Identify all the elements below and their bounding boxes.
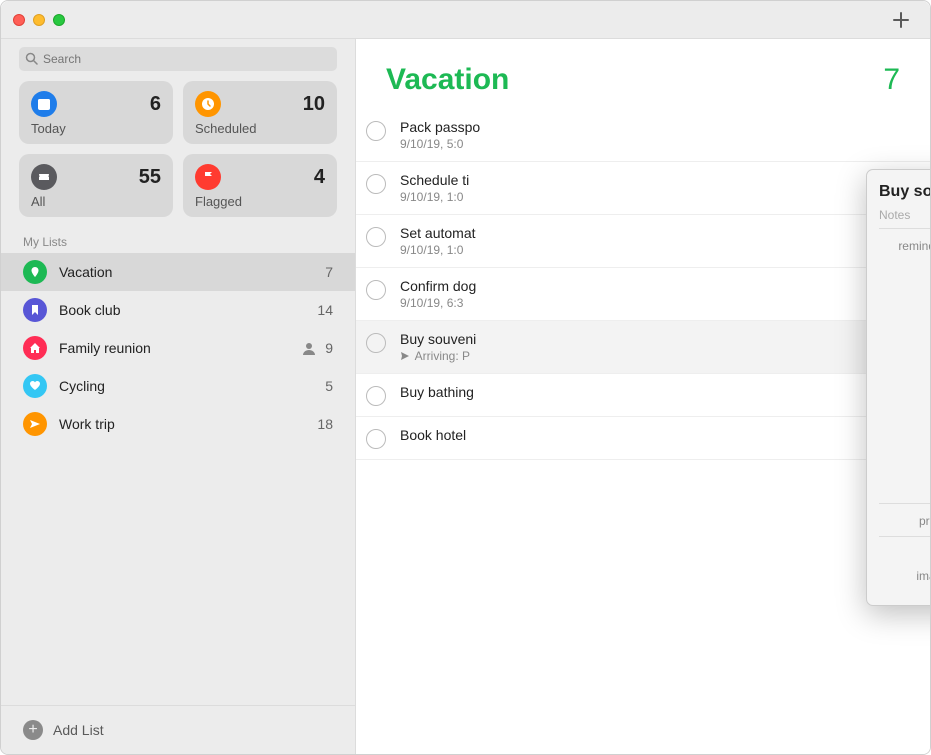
- today-count: 6: [150, 93, 161, 116]
- list-name-label: Work trip: [59, 416, 317, 432]
- sidebar-list-item[interactable]: Vacation7: [1, 253, 355, 291]
- list-name-label: Vacation: [59, 264, 325, 280]
- all-count: 55: [139, 166, 161, 189]
- list-icon: [23, 298, 47, 322]
- flagged-count: 4: [314, 166, 325, 189]
- calendar-icon: [31, 91, 57, 117]
- smart-list-flagged[interactable]: 4 Flagged: [183, 154, 337, 217]
- images-label: images: [879, 567, 930, 583]
- reminder-title: Book hotel: [400, 427, 900, 443]
- flagged-label: Flagged: [195, 194, 325, 209]
- scheduled-label: Scheduled: [195, 121, 325, 136]
- search-icon: [25, 52, 38, 65]
- popover-title[interactable]: Buy souvenirs: [879, 183, 930, 201]
- reminder-row[interactable]: Confirm dog 9/10/19, 6:3: [356, 268, 930, 321]
- complete-checkbox[interactable]: [366, 386, 386, 406]
- list-icon: [23, 374, 47, 398]
- list-icon: [23, 412, 47, 436]
- complete-checkbox[interactable]: [366, 121, 386, 141]
- all-label: All: [31, 194, 161, 209]
- list-count-label: 9: [325, 340, 333, 356]
- add-list-label: Add List: [53, 722, 104, 738]
- plus-circle-icon: +: [23, 720, 43, 740]
- list-icon: [23, 336, 47, 360]
- today-label: Today: [31, 121, 161, 136]
- reminder-subtitle: 9/10/19, 1:0: [400, 190, 900, 204]
- clock-icon: [195, 91, 221, 117]
- complete-checkbox[interactable]: [366, 429, 386, 449]
- add-list-button[interactable]: + Add List: [1, 705, 355, 754]
- scheduled-count: 10: [303, 93, 325, 116]
- reminder-title: Set automat: [400, 225, 900, 241]
- reminder-row[interactable]: Book hotel: [356, 417, 930, 460]
- complete-checkbox[interactable]: [366, 227, 386, 247]
- complete-checkbox[interactable]: [366, 280, 386, 300]
- reminder-subtitle: 9/10/19, 1:0: [400, 243, 900, 257]
- app-window: 6 Today 10 Scheduled: [0, 0, 931, 755]
- list-count: 7: [883, 63, 900, 97]
- sidebar-list-item[interactable]: Work trip18: [1, 405, 355, 443]
- sidebar-list-item[interactable]: Book club14: [1, 291, 355, 329]
- titlebar: [1, 1, 930, 39]
- sidebar: 6 Today 10 Scheduled: [1, 39, 356, 754]
- list-count-label: 5: [325, 378, 333, 394]
- reminder-row[interactable]: Pack passpo 9/10/19, 5:0: [356, 109, 930, 162]
- reminder-title: Buy bathing: [400, 384, 900, 400]
- reminder-detail-popover: Buy souvenirs Notes remind me On a Day: [866, 169, 930, 606]
- reminder-title: Confirm dog: [400, 278, 900, 294]
- close-window-button[interactable]: [13, 14, 25, 26]
- search-input[interactable]: [19, 47, 337, 71]
- reminder-row[interactable]: Schedule ti 9/10/19, 1:0: [356, 162, 930, 215]
- reminder-subtitle: 9/10/19, 6:3: [400, 296, 900, 310]
- list-name-label: Book club: [59, 302, 317, 318]
- reminder-row[interactable]: Buy bathing: [356, 374, 930, 417]
- reminder-row[interactable]: Set automat 9/10/19, 1:0: [356, 215, 930, 268]
- priority-label: priority: [879, 512, 930, 528]
- new-reminder-button[interactable]: [884, 8, 918, 32]
- complete-checkbox[interactable]: [366, 174, 386, 194]
- sidebar-list-item[interactable]: Cycling5: [1, 367, 355, 405]
- list-icon: [23, 260, 47, 284]
- shared-icon: [301, 340, 317, 356]
- list-title: Vacation: [386, 63, 509, 97]
- url-label: URL: [879, 545, 930, 561]
- smart-list-today[interactable]: 6 Today: [19, 81, 173, 144]
- reminder-title: Buy souveni: [400, 331, 900, 347]
- reminder-title: Schedule ti: [400, 172, 900, 188]
- reminder-title: Pack passpo: [400, 119, 900, 135]
- list-name-label: Family reunion: [59, 340, 301, 356]
- plus-icon: [892, 11, 910, 29]
- list-count-label: 7: [325, 264, 333, 280]
- reminder-subtitle: 9/10/19, 5:0: [400, 137, 900, 151]
- main-panel: Vacation 7 Pack passpo 9/10/19, 5:0 Schedu…: [356, 39, 930, 754]
- remind-me-label: remind me: [879, 237, 930, 253]
- minimize-window-button[interactable]: [33, 14, 45, 26]
- smart-list-all[interactable]: 55 All: [19, 154, 173, 217]
- traffic-lights: [13, 14, 65, 26]
- notes-field[interactable]: Notes: [879, 208, 930, 229]
- tray-icon: [31, 164, 57, 190]
- my-lists-header: My Lists: [1, 231, 355, 253]
- reminder-row[interactable]: Buy souveni Arriving: P: [356, 321, 930, 374]
- flag-icon: [195, 164, 221, 190]
- sidebar-list-item[interactable]: Family reunion 9: [1, 329, 355, 367]
- smart-list-scheduled[interactable]: 10 Scheduled: [183, 81, 337, 144]
- list-count-label: 18: [317, 416, 333, 432]
- reminder-subtitle: Arriving: P: [400, 349, 900, 363]
- zoom-window-button[interactable]: [53, 14, 65, 26]
- list-name-label: Cycling: [59, 378, 325, 394]
- list-count-label: 14: [317, 302, 333, 318]
- complete-checkbox[interactable]: [366, 333, 386, 353]
